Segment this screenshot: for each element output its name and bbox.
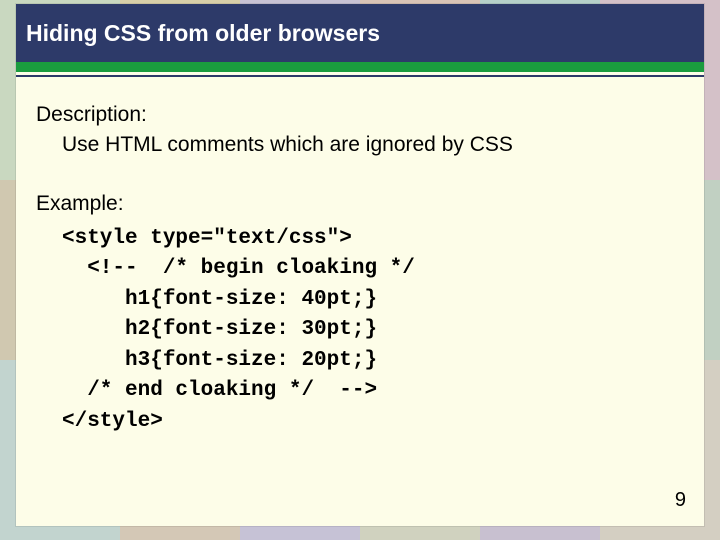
slide-title: Hiding CSS from older browsers bbox=[26, 20, 380, 47]
code-block: <style type="text/css"> <!-- /* begin cl… bbox=[36, 224, 684, 437]
slide-content: Description: Use HTML comments which are… bbox=[16, 77, 704, 447]
accent-stripe bbox=[16, 62, 704, 72]
page-number: 9 bbox=[675, 489, 686, 512]
example-label: Example: bbox=[36, 190, 684, 218]
slide: Hiding CSS from older browsers Descripti… bbox=[16, 4, 704, 526]
description-body: Use HTML comments which are ignored by C… bbox=[36, 131, 684, 159]
description-label: Description: bbox=[36, 101, 684, 129]
title-bar: Hiding CSS from older browsers bbox=[16, 4, 704, 62]
